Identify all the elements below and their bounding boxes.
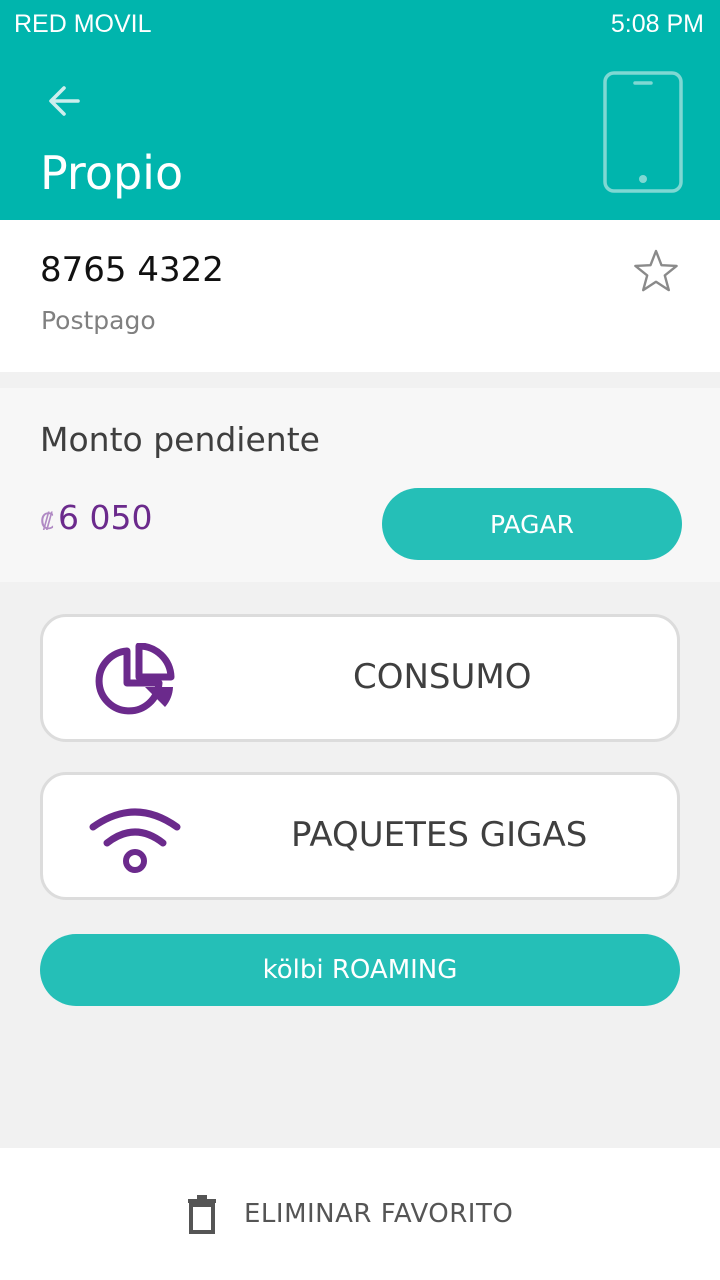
- paquetes-gigas-button[interactable]: PAQUETES GIGAS: [40, 772, 680, 900]
- favorite-button[interactable]: [628, 244, 684, 300]
- line-number: 8765 4322: [40, 250, 224, 290]
- line-card: 8765 4322 Postpago: [0, 220, 720, 372]
- pending-amount: ₡ 6 050: [40, 498, 152, 537]
- remove-favorite-button[interactable]: ELIMINAR FAVORITO: [186, 1192, 513, 1236]
- paquetes-gigas-label: PAQUETES GIGAS: [291, 815, 588, 855]
- status-carrier: RED MOVIL: [14, 10, 152, 38]
- back-button[interactable]: [36, 76, 92, 126]
- footer: ELIMINAR FAVORITO: [0, 1148, 720, 1280]
- pie-chart-icon: [95, 643, 175, 715]
- amount-value: 6 050: [58, 498, 153, 537]
- consumo-button[interactable]: CONSUMO: [40, 614, 680, 742]
- wifi-icon: [89, 808, 181, 873]
- pending-balance-section: Monto pendiente ₡ 6 050 PAGAR: [0, 388, 720, 582]
- arrow-left-icon: [49, 86, 80, 116]
- remove-favorite-label: ELIMINAR FAVORITO: [244, 1199, 514, 1229]
- line-type: Postpago: [41, 306, 156, 335]
- pending-amount-label: Monto pendiente: [40, 420, 320, 459]
- app-header: RED MOVIL 5:08 PM Propio: [0, 0, 720, 220]
- status-time: 5:08 PM: [610, 10, 704, 38]
- trash-icon: [188, 1195, 216, 1234]
- smartphone-icon: [603, 71, 683, 193]
- pay-button[interactable]: PAGAR: [382, 488, 682, 560]
- star-outline-icon: [634, 249, 678, 292]
- consumo-label: CONSUMO: [353, 657, 532, 697]
- currency-symbol: ₡: [40, 510, 54, 535]
- roaming-button[interactable]: kölbi ROAMING: [40, 934, 680, 1006]
- page-title: Propio: [40, 146, 184, 200]
